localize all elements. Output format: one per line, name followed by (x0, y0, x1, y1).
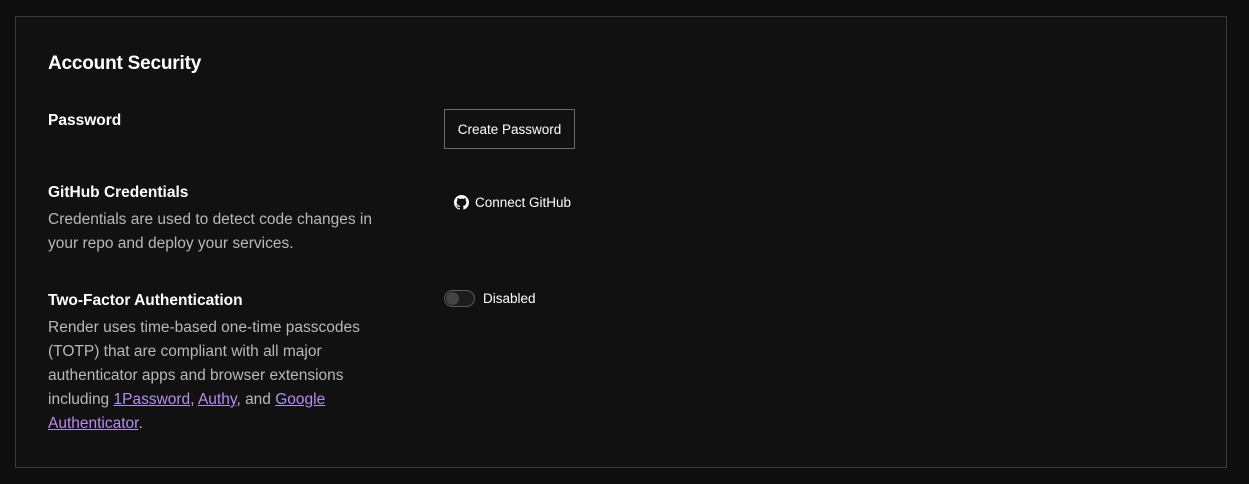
github-icon (454, 194, 469, 210)
account-security-panel: Account Security Password Create Passwor… (15, 16, 1227, 468)
two-factor-toggle[interactable] (444, 290, 475, 307)
two-factor-description: Render uses time-based one-time passcode… (48, 316, 393, 436)
connect-github-button[interactable]: Connect GitHub (454, 191, 571, 213)
section-title: Account Security (48, 53, 202, 74)
two-factor-label: Two-Factor Authentication (48, 292, 243, 309)
toggle-knob (446, 292, 459, 305)
github-credentials-description: Credentials are used to detect code chan… (48, 211, 372, 252)
create-password-button[interactable]: Create Password (444, 109, 575, 149)
link-authy[interactable]: Authy (198, 391, 237, 408)
separator-comma: , (190, 391, 198, 408)
separator-and: , and (236, 391, 276, 408)
desc-period: . (138, 415, 143, 432)
connect-github-label: Connect GitHub (475, 194, 572, 210)
link-1password[interactable]: 1Password (114, 391, 191, 408)
github-credentials-label: GitHub Credentials (48, 184, 189, 201)
two-factor-status: Disabled (483, 291, 536, 306)
two-factor-toggle-group: Disabled (444, 290, 536, 307)
password-label: Password (48, 112, 122, 129)
